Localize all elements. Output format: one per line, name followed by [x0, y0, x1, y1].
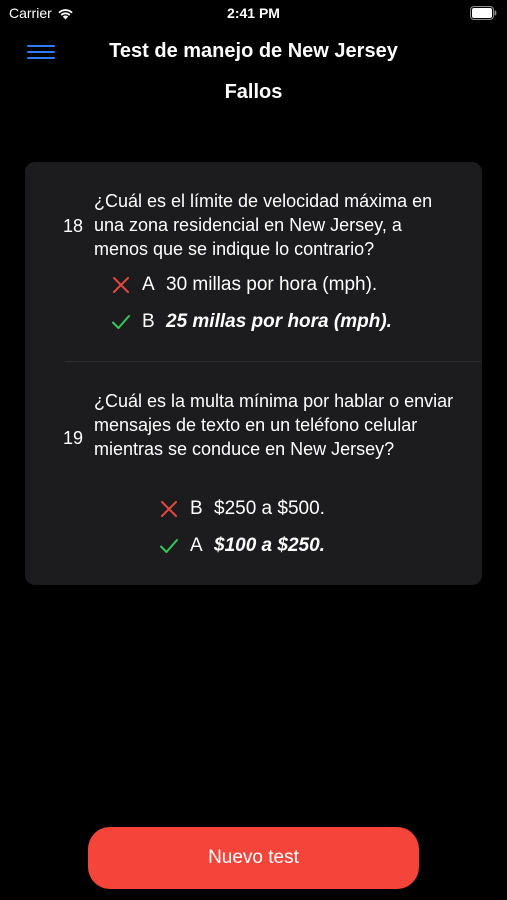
answer-text: $100 a $250. — [214, 535, 325, 556]
failed-questions-card: 18 ¿Cuál es el límite de velocidad máxim… — [25, 162, 482, 585]
wrong-answer: A 30 millas por hora (mph). — [111, 274, 377, 296]
hamburger-menu-icon[interactable] — [27, 42, 55, 62]
divider — [65, 361, 482, 362]
checkmark-icon — [160, 539, 178, 553]
answer-text: $250 a $500. — [214, 498, 325, 519]
question-text: ¿Cuál es el límite de velocidad máxima e… — [94, 191, 433, 259]
page-title: Test de manejo de New Jersey — [109, 40, 398, 62]
question-number: 19 — [63, 428, 84, 448]
new-test-button[interactable]: Nuevo test — [88, 827, 419, 889]
answer-letter: A — [190, 535, 203, 556]
question-number: 18 — [63, 216, 84, 236]
battery-icon — [470, 6, 497, 20]
checkmark-icon — [112, 315, 130, 329]
status-bar: Carrier 2:41 PM — [0, 0, 507, 28]
correct-answer: A $100 a $250. — [159, 535, 325, 557]
cross-icon — [161, 501, 177, 517]
cross-icon — [113, 277, 129, 293]
status-time: 2:41 PM — [227, 5, 280, 21]
wrong-answer: B $250 a $500. — [159, 498, 325, 520]
answer-text: 25 millas por hora (mph). — [166, 311, 392, 332]
answer-letter: B — [190, 498, 203, 519]
page-subtitle: Fallos — [224, 81, 283, 103]
answer-letter: B — [142, 311, 155, 332]
answer-text: 30 millas por hora (mph). — [166, 274, 378, 295]
answer-letter: A — [142, 274, 155, 295]
question-text: ¿Cuál es la multa mínima por hablar o en… — [94, 391, 454, 459]
correct-answer: B 25 millas por hora (mph). — [111, 311, 392, 333]
